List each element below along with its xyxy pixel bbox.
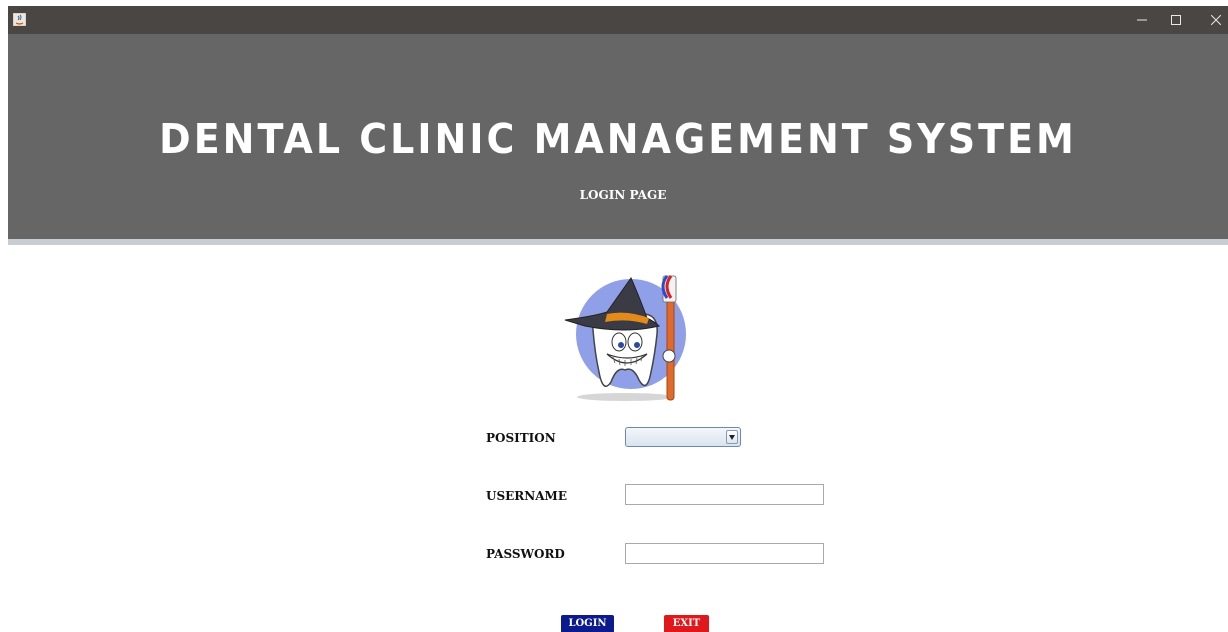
close-icon [1211,15,1221,25]
chevron-down-icon[interactable] [726,430,738,444]
username-input[interactable] [625,484,824,505]
maximize-icon [1171,15,1181,25]
close-button[interactable] [1196,6,1228,34]
password-input[interactable] [625,543,824,564]
login-window: DENTAL CLINIC MANAGEMENT SYSTEM LOGIN PA… [8,6,1228,632]
minimize-icon [1137,19,1147,21]
java-app-icon [13,13,26,26]
maximize-button[interactable] [1156,6,1196,34]
app-title: DENTAL CLINIC MANAGEMENT SYSTEM [159,115,1077,163]
exit-button[interactable]: EXIT [664,615,709,632]
banner-divider [8,239,1228,245]
position-label: POSITION [486,431,556,445]
tooth-mascot-image [564,275,686,401]
position-dropdown[interactable] [625,427,741,447]
login-button[interactable]: LOGIN [561,615,614,632]
username-label: USERNAME [486,489,567,503]
page-subtitle: LOGIN PAGE [579,188,667,202]
header-banner: DENTAL CLINIC MANAGEMENT SYSTEM LOGIN PA… [8,34,1228,239]
title-bar[interactable] [8,6,1228,34]
password-label: PASSWORD [486,547,565,561]
